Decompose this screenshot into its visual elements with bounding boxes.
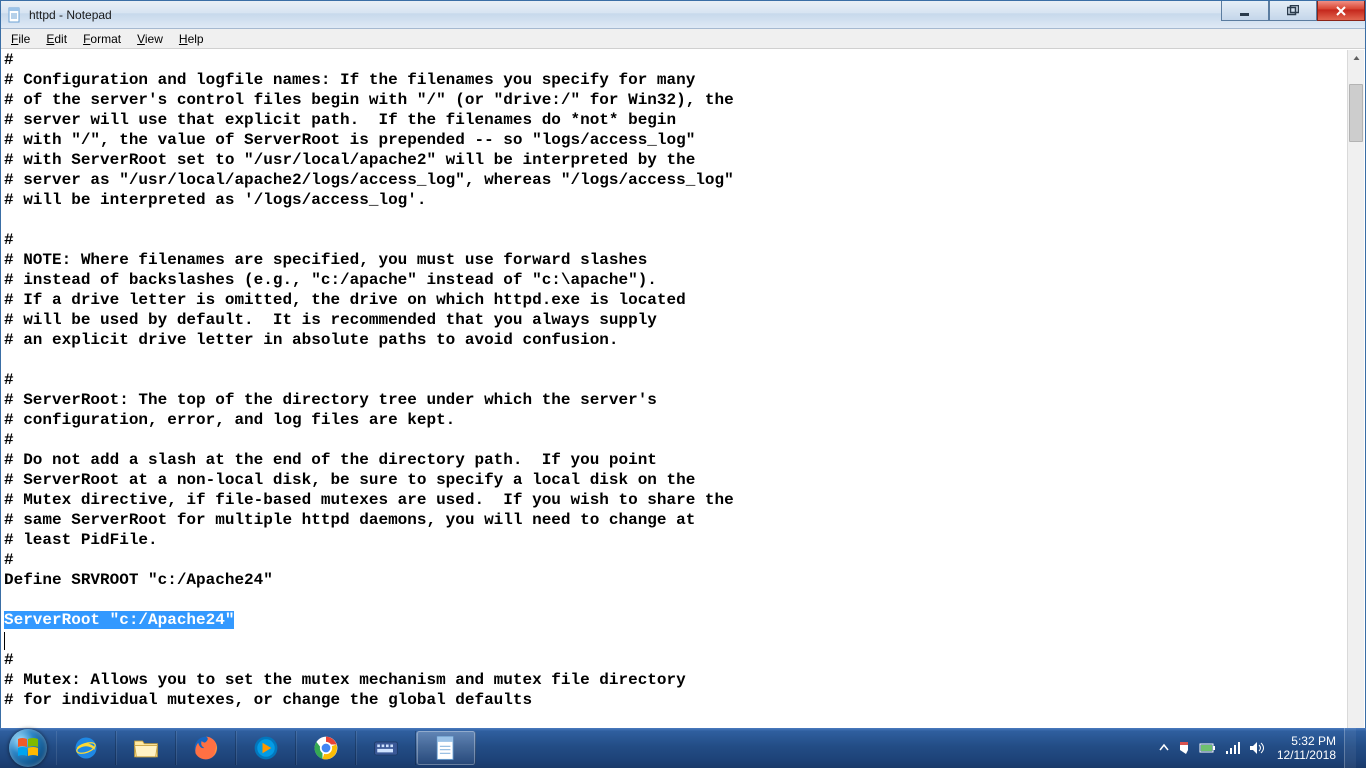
taskbar-chrome[interactable] [296,731,356,765]
minimize-button[interactable] [1221,1,1269,21]
scroll-thumb[interactable] [1349,84,1363,142]
menu-help[interactable]: Help [171,30,212,48]
tray-show-hidden-icons[interactable] [1159,743,1169,753]
menu-bar: File Edit Format View Help [1,29,1365,49]
notepad-taskbar-icon [432,734,460,762]
maximize-button[interactable] [1269,1,1317,21]
taskbar[interactable]: 5:32 PM 12/11/2018 [0,728,1366,768]
text-post: # # Mutex: Allows you to set the mutex m… [4,651,686,709]
scroll-up-button[interactable] [1348,50,1364,67]
firefox-icon [192,734,220,762]
tray-date: 12/11/2018 [1277,748,1336,762]
tray-time: 5:32 PM [1277,734,1336,748]
chrome-icon [312,734,340,762]
taskbar-ie[interactable] [56,731,116,765]
tray-action-center-icon[interactable] [1177,741,1191,755]
menu-format[interactable]: Format [75,30,129,48]
taskbar-firefox[interactable] [176,731,236,765]
start-orb-icon [9,729,47,767]
vertical-scrollbar[interactable] [1347,50,1364,738]
caret [4,632,5,650]
tray-volume-icon[interactable] [1249,741,1265,755]
tray-network-icon[interactable] [1225,741,1241,755]
menu-edit[interactable]: Edit [38,30,75,48]
text-editor[interactable]: # # Configuration and logfile names: If … [2,50,1347,738]
taskbar-notepad[interactable] [416,731,476,765]
tray-clock[interactable]: 5:32 PM 12/11/2018 [1277,734,1336,762]
start-button[interactable] [0,728,56,768]
taskbar-media-player[interactable] [236,731,296,765]
close-button[interactable] [1317,1,1365,21]
selected-text: ServerRoot "c:/Apache24" [4,611,234,629]
menu-view[interactable]: View [129,30,171,48]
keyboard-icon [372,734,400,762]
show-desktop-button[interactable] [1344,728,1356,768]
title-bar[interactable]: httpd - Notepad [1,1,1365,29]
menu-file[interactable]: File [3,30,38,48]
media-player-icon [252,734,280,762]
system-tray: 5:32 PM 12/11/2018 [1151,728,1366,768]
notepad-icon [7,7,23,23]
taskbar-onscreen-keyboard[interactable] [356,731,416,765]
folder-icon [132,734,160,762]
window-controls [1221,1,1365,21]
taskbar-explorer[interactable] [116,731,176,765]
notepad-window: httpd - Notepad File Edit Format View He… [0,0,1366,740]
text-pre: # # Configuration and logfile names: If … [4,51,734,589]
window-title: httpd - Notepad [29,8,112,22]
editor-area: # # Configuration and logfile names: If … [2,50,1364,738]
tray-battery-icon[interactable] [1199,742,1217,754]
ie-icon [72,734,100,762]
